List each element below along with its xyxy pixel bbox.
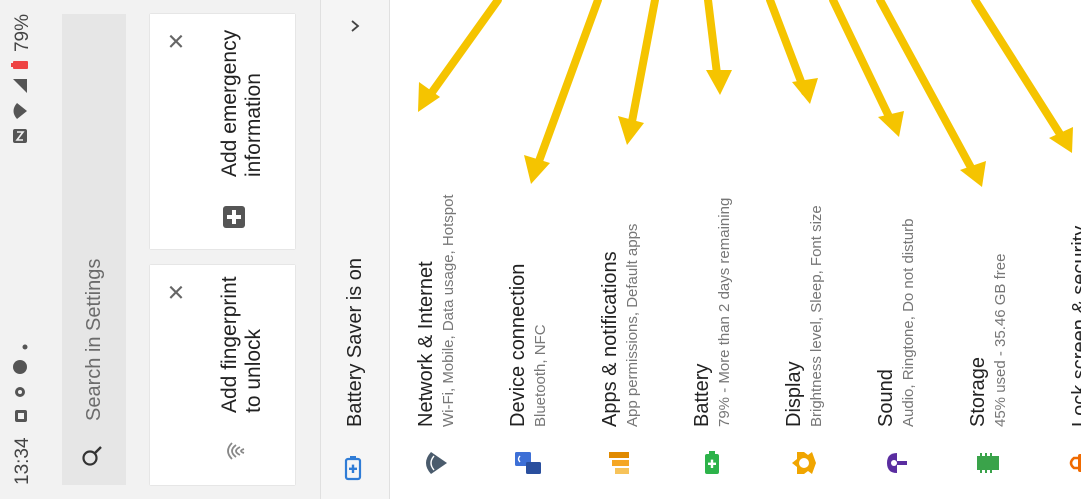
suggestion-text: Add emergency information: [218, 29, 265, 177]
display-icon: [791, 427, 817, 499]
close-icon[interactable]: ✕: [164, 283, 189, 301]
battery-percent: 79%: [12, 14, 33, 53]
settings-item-title: Battery: [690, 363, 713, 427]
settings-item-text: Device connection Bluetooth, NFC: [507, 264, 550, 427]
fingerprint-icon: [222, 437, 255, 465]
status-right: 79%: [11, 14, 35, 144]
nfc-icon: [12, 128, 34, 144]
battery-saver-text: Battery Saver is on: [343, 258, 366, 427]
settings-item-title: Display: [782, 361, 805, 427]
settings-item-subtitle: 79% - More than 2 days remaining: [715, 197, 733, 427]
device-connection-icon: [514, 427, 542, 499]
settings-item-text: Battery 79% - More than 2 days remaining: [691, 198, 734, 427]
settings-item-title: Device connection: [506, 263, 529, 427]
storage-icon: [975, 427, 1001, 499]
gear-icon: [12, 384, 34, 400]
settings-item-subtitle: Bluetooth, NFC: [531, 324, 549, 427]
cell-signal-icon: [12, 78, 34, 94]
settings-item-device-connection[interactable]: Device connection Bluetooth, NFC: [482, 0, 574, 499]
suggestion-text: Add fingerprint to unlock: [218, 276, 265, 413]
settings-item-text: Apps & notifications App permissions, De…: [599, 224, 642, 427]
status-bar: 13:34 79%: [0, 0, 46, 499]
chevron-down-icon[interactable]: [343, 18, 369, 34]
settings-item-subtitle: Brightness level, Sleep, Font size: [807, 205, 825, 427]
top-pane: Search in Settings ✕ Add fingerprint to …: [46, 0, 320, 499]
settings-item-lock-screen[interactable]: Lock screen & security: [1034, 0, 1081, 499]
settings-item-network[interactable]: Network & Internet Wi-Fi, Mobile, Data u…: [390, 0, 482, 499]
suggestion-card-emergency[interactable]: ✕ Add emergency information: [150, 14, 295, 249]
dot-icon: [12, 344, 34, 350]
wifi-signal-icon: [12, 102, 34, 120]
settings-item-apps[interactable]: Apps & notifications App permissions, De…: [574, 0, 666, 499]
settings-item-subtitle: 45% used - 35.46 GB free: [991, 253, 1009, 427]
settings-item-storage[interactable]: Storage 45% used - 35.46 GB free: [942, 0, 1034, 499]
lock-icon: [1067, 427, 1081, 499]
screenshot-stage: 13:34 79% Search in Settings ✕ Add finge…: [0, 0, 1081, 499]
settings-item-text: Storage 45% used - 35.46 GB free: [967, 254, 1010, 427]
sound-icon: [883, 427, 909, 499]
wifi-icon: [423, 427, 449, 499]
app-notification-icon: [12, 359, 34, 375]
settings-item-text: Network & Internet Wi-Fi, Mobile, Data u…: [415, 194, 458, 427]
settings-item-text: Display Brightness level, Sleep, Font si…: [783, 205, 826, 427]
suggestion-card-fingerprint[interactable]: ✕ Add fingerprint to unlock: [150, 265, 295, 485]
settings-item-subtitle: Audio, Ringtone, Do not disturb: [899, 218, 917, 427]
battery-saver-icon: [343, 455, 368, 481]
settings-list: Network & Internet Wi-Fi, Mobile, Data u…: [390, 0, 1081, 499]
settings-screen: 13:34 79% Search in Settings ✕ Add finge…: [0, 0, 1081, 499]
settings-item-subtitle: App permissions, Default apps: [623, 223, 641, 427]
settings-item-title: Lock screen & security: [1068, 225, 1081, 427]
battery-status-icon: [11, 60, 35, 70]
status-time: 13:34: [12, 437, 33, 485]
battery-saver-banner[interactable]: Battery Saver is on: [320, 0, 390, 499]
settings-item-display[interactable]: Display Brightness level, Sleep, Font si…: [758, 0, 850, 499]
settings-item-title: Network & Internet: [414, 261, 437, 427]
settings-item-text: Lock screen & security: [1069, 226, 1081, 427]
search-placeholder: Search in Settings: [82, 258, 105, 421]
apps-icon: [607, 427, 633, 499]
settings-item-title: Sound: [874, 369, 897, 427]
battery-icon: [701, 427, 723, 499]
search-icon: [81, 445, 108, 467]
settings-item-text: Sound Audio, Ringtone, Do not disturb: [875, 219, 918, 427]
settings-item-title: Storage: [966, 356, 989, 427]
search-bar[interactable]: Search in Settings: [62, 14, 126, 485]
settings-item-sound[interactable]: Sound Audio, Ringtone, Do not disturb: [850, 0, 942, 499]
medical-plus-icon: [222, 205, 251, 229]
settings-item-battery[interactable]: Battery 79% - More than 2 days remaining: [666, 0, 758, 499]
settings-item-title: Apps & notifications: [598, 251, 621, 427]
settings-item-subtitle: Wi-Fi, Mobile, Data usage, Hotspot: [439, 194, 457, 427]
close-icon[interactable]: ✕: [164, 32, 189, 50]
notification-icon: [12, 409, 34, 423]
